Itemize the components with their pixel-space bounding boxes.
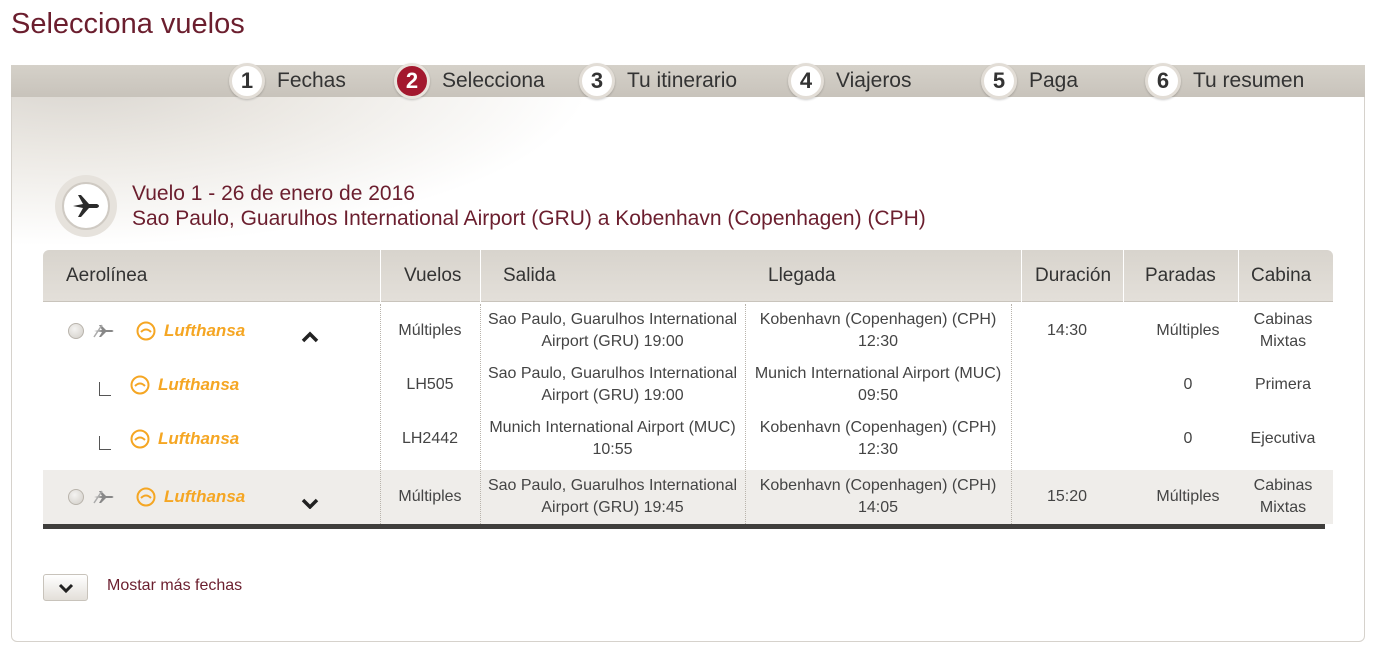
flight-segment-row: Lufthansa LH2442 Munich International Ai…: [43, 412, 1333, 466]
column-divider: [380, 304, 381, 524]
duration-cell: [1021, 358, 1113, 412]
plane-disabled-icon: [90, 470, 120, 524]
expand-chevron-down-icon[interactable]: [298, 476, 322, 530]
step-number: 3: [579, 63, 615, 99]
table-bottom-bar: [43, 524, 1325, 529]
flights-cell: Múltiples: [398, 322, 462, 339]
lufthansa-crane-icon: [130, 429, 150, 449]
collapse-chevron-up-icon[interactable]: [298, 310, 322, 364]
stops-cell: 0: [1183, 376, 1193, 393]
cabin-cell: Cabinas Mixtas: [1253, 311, 1313, 350]
flight-title: Vuelo 1 - 26 de enero de 2016: [132, 182, 415, 205]
column-divider: [480, 304, 481, 524]
header-cabin: Cabina: [1251, 265, 1312, 286]
step-number: 4: [788, 63, 824, 99]
step-label: Tu itinerario: [627, 69, 738, 92]
step-tu-resumen[interactable]: 6 Tu resumen: [1145, 63, 1305, 99]
arrival-cell: Munich International Airport (MUC) 09:50: [754, 365, 1002, 404]
step-number: 6: [1145, 63, 1181, 99]
cabin-cell: Primera: [1254, 376, 1311, 393]
header-airline: Aerolínea: [66, 265, 148, 286]
departure-cell: Sao Paulo, Guarulhos International Airpor…: [487, 311, 738, 350]
lufthansa-logo: Lufthansa: [130, 412, 250, 466]
step-label: Fechas: [277, 69, 346, 92]
lufthansa-crane-icon: [136, 487, 156, 507]
duration-cell: 14:30: [1046, 322, 1088, 339]
step-tu-itinerario[interactable]: 3 Tu itinerario: [579, 63, 738, 99]
arrival-cell: Kobenhavn (Copenhagen) (CPH) 14:05: [759, 477, 997, 516]
departure-cell: Sao Paulo, Guarulhos International Airpor…: [487, 365, 738, 404]
select-radio[interactable]: [66, 470, 86, 524]
flights-cell: Múltiples: [398, 488, 462, 505]
column-divider: [745, 304, 746, 524]
stops-cell: Múltiples: [1156, 322, 1220, 339]
flight-row-option-2[interactable]: Lufthansa Múltiples Sao Paulo, Guarulhos…: [43, 470, 1333, 524]
lufthansa-logo: Lufthansa: [136, 304, 256, 358]
lufthansa-logo: Lufthansa: [136, 470, 256, 524]
column-divider: [1011, 304, 1012, 524]
duration-cell: 15:20: [1046, 488, 1088, 505]
segment-branch-icon: [99, 382, 111, 396]
step-fechas[interactable]: 1 Fechas: [229, 63, 346, 99]
flight-segment-row: Lufthansa LH505 Sao Paulo, Guarulhos Int…: [43, 358, 1333, 412]
plane-disabled-icon: [90, 304, 120, 358]
duration-cell: [1021, 412, 1113, 466]
stops-cell: Múltiples: [1156, 488, 1220, 505]
page-title: Selecciona vuelos: [11, 8, 245, 40]
header-stops: Paradas: [1145, 265, 1216, 286]
segment-branch-icon: [99, 436, 111, 450]
header-duration: Duración: [1035, 265, 1112, 286]
header-arrival: Llegada: [768, 265, 836, 286]
step-number: 1: [229, 63, 265, 99]
step-label: Paga: [1029, 69, 1079, 92]
flights-cell: LH2442: [401, 430, 459, 447]
flight-header: Vuelo 1 - 26 de enero de 2016 Sao Paulo,…: [55, 175, 926, 237]
table-header: Aerolínea Vuelos Salida Llegada Duración…: [43, 250, 1333, 302]
step-label: Tu resumen: [1193, 69, 1305, 92]
cabin-cell: Cabinas Mixtas: [1253, 477, 1313, 516]
lufthansa-crane-icon: [136, 321, 156, 341]
lufthansa-logo: Lufthansa: [130, 358, 250, 412]
more-dates-button[interactable]: [43, 574, 88, 601]
step-label: Viajeros: [836, 69, 912, 92]
chevron-down-icon: [58, 583, 73, 593]
flight-route: Sao Paulo, Guarulhos International Airpo…: [132, 207, 926, 230]
step-paga[interactable]: 5 Paga: [981, 63, 1079, 99]
flights-table: Aerolínea Vuelos Salida Llegada Duración…: [43, 250, 1333, 524]
step-selecciona[interactable]: 2 Selecciona: [394, 63, 545, 99]
select-radio[interactable]: [66, 304, 86, 358]
step-label: Selecciona: [442, 69, 545, 92]
flights-cell: LH505: [406, 376, 454, 393]
header-flights: Vuelos: [404, 265, 462, 286]
more-dates-link[interactable]: Mostar más fechas: [107, 577, 242, 595]
airplane-icon: [55, 175, 117, 237]
flight-info: Vuelo 1 - 26 de enero de 2016 Sao Paulo,…: [132, 181, 926, 231]
flight-row-option-1[interactable]: Lufthansa Múltiples Sao Paulo, Guarulhos…: [43, 304, 1333, 358]
departure-cell: Sao Paulo, Guarulhos International Airpor…: [487, 477, 738, 516]
header-departure: Salida: [503, 265, 556, 286]
step-number: 2: [394, 63, 430, 99]
step-viajeros[interactable]: 4 Viajeros: [788, 63, 912, 99]
departure-cell: Munich International Airport (MUC) 10:55: [489, 419, 736, 458]
arrival-cell: Kobenhavn (Copenhagen) (CPH) 12:30: [759, 419, 997, 458]
stops-cell: 0: [1183, 430, 1193, 447]
lufthansa-crane-icon: [130, 375, 150, 395]
step-number: 5: [981, 63, 1017, 99]
arrival-cell: Kobenhavn (Copenhagen) (CPH) 12:30: [759, 311, 997, 350]
booking-stepper: 1 Fechas 2 Selecciona 3 Tu itinerario 4 …: [11, 63, 1365, 99]
cabin-cell: Ejecutiva: [1250, 430, 1316, 447]
